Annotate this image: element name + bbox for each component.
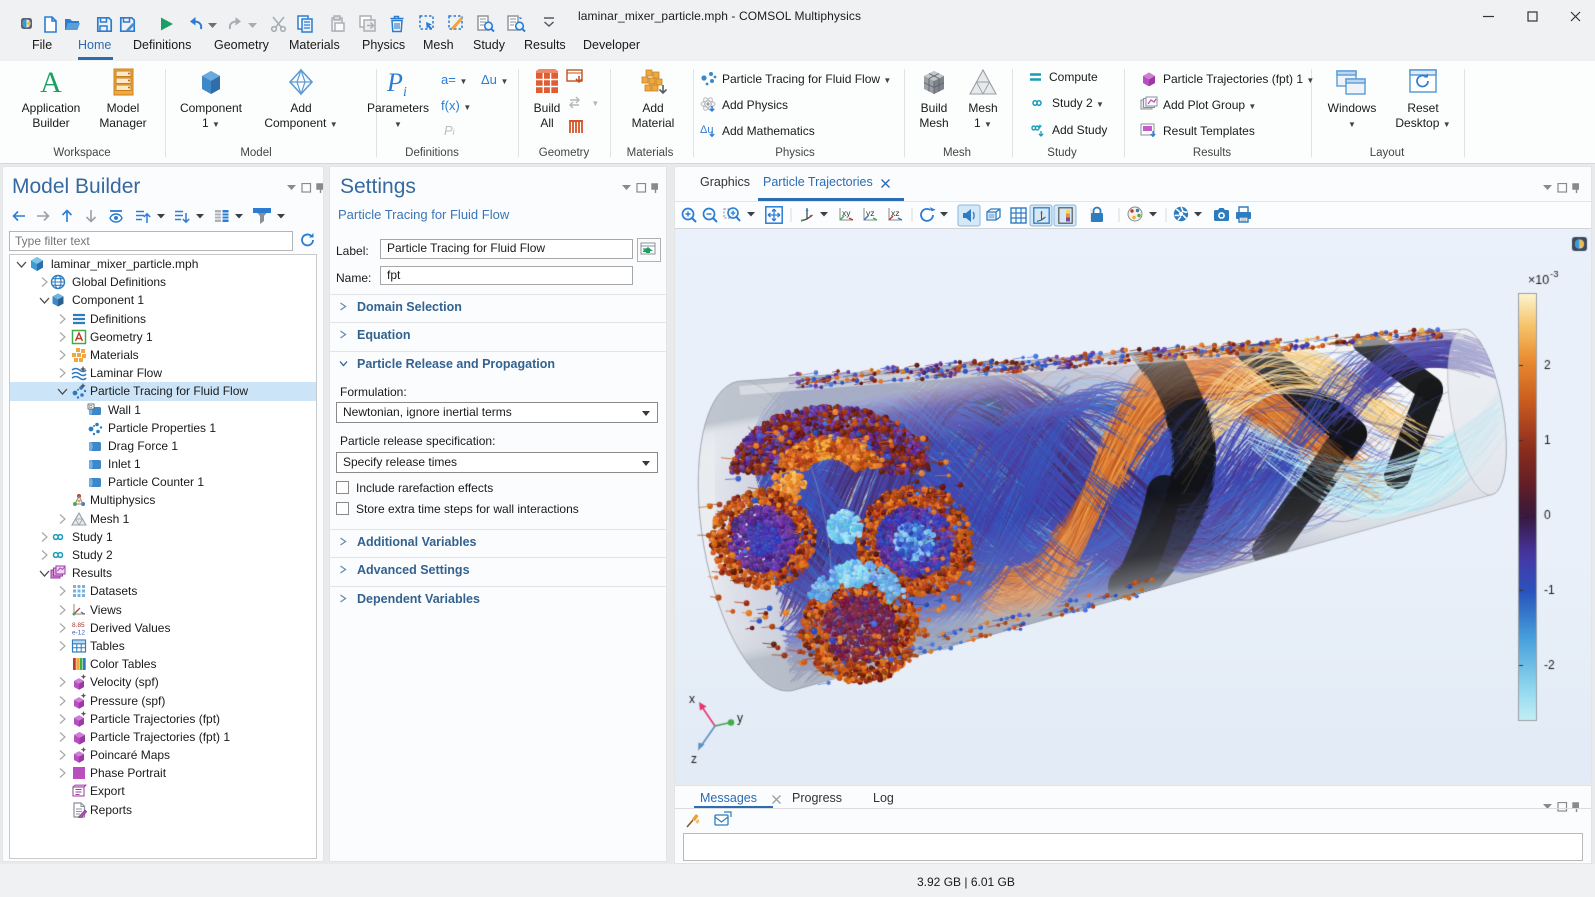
svg-text:8.85: 8.85 (72, 622, 85, 629)
svg-text:e-12: e-12 (72, 629, 85, 636)
svg-text:P: P (386, 68, 403, 97)
svg-text:i: i (403, 85, 407, 97)
svg-text:A: A (40, 67, 62, 97)
